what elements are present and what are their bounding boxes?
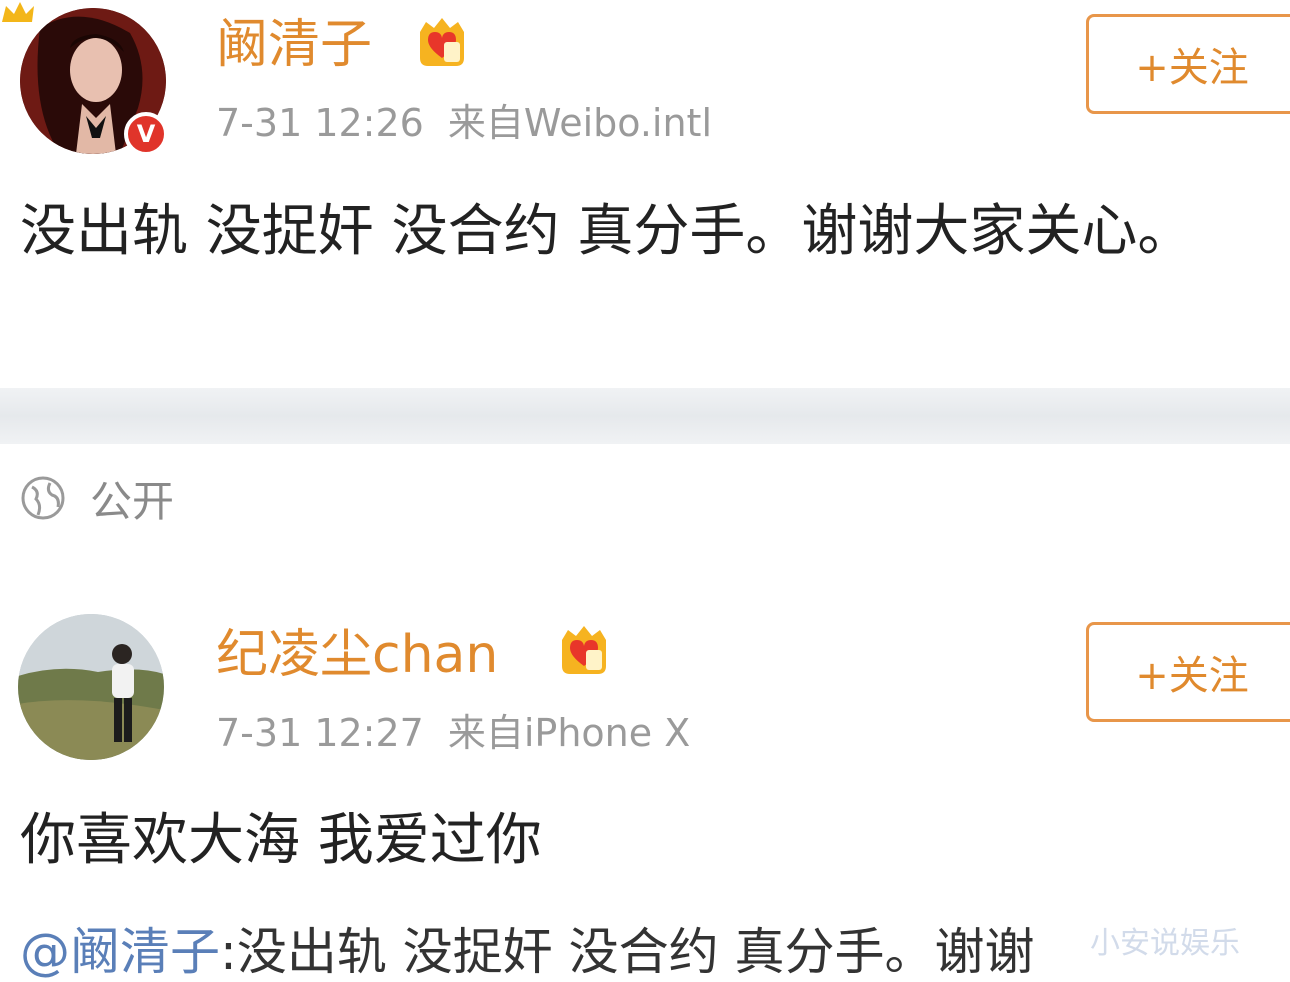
section-divider	[0, 388, 1290, 444]
vip-level-icon	[562, 626, 606, 674]
post-source: 来自Weibo.intl	[447, 101, 713, 145]
post-content: 你喜欢大海 我爱过你	[20, 808, 542, 873]
verified-badge-icon: V	[124, 112, 168, 156]
username[interactable]: 阚清子	[216, 10, 372, 80]
crown-icon	[2, 2, 34, 22]
post-source: 来自iPhone X	[447, 711, 691, 755]
post-meta: 7-31 12:26 来自Weibo.intl	[216, 98, 712, 148]
username[interactable]: 纪凌尘chan	[216, 620, 498, 690]
repost-quote: @阚清子:没出轨 没捉奸 没合约 真分手。谢谢	[20, 922, 1035, 982]
visibility-indicator: 公开	[20, 470, 174, 526]
weibo-post: 纪凌尘chan 7-31 12:27 来自iPhone X +关注 你喜欢大海 我…	[0, 600, 1290, 965]
post-meta: 7-31 12:27 来自iPhone X	[216, 708, 690, 758]
avatar[interactable]	[18, 614, 164, 760]
visibility-label: 公开	[90, 476, 175, 526]
follow-button[interactable]: +关注	[1086, 622, 1290, 722]
follow-button[interactable]: +关注	[1086, 14, 1290, 114]
timestamp: 7-31 12:26	[216, 101, 424, 145]
globe-icon	[21, 476, 65, 520]
vip-level-icon	[420, 18, 464, 66]
repost-text: :没出轨 没捉奸 没合约 真分手。谢谢	[220, 923, 1035, 981]
mention-link[interactable]: @阚清子	[20, 923, 220, 981]
post-content: 没出轨 没捉奸 没合约 真分手。谢谢大家关心。	[20, 199, 1194, 264]
timestamp: 7-31 12:27	[216, 711, 424, 755]
watermark: 小安说娱乐	[1090, 926, 1240, 961]
weibo-post: V 阚清子 7-31 12:26 来自Weibo.intl +关注 没出轨 没捉奸…	[0, 0, 1290, 390]
